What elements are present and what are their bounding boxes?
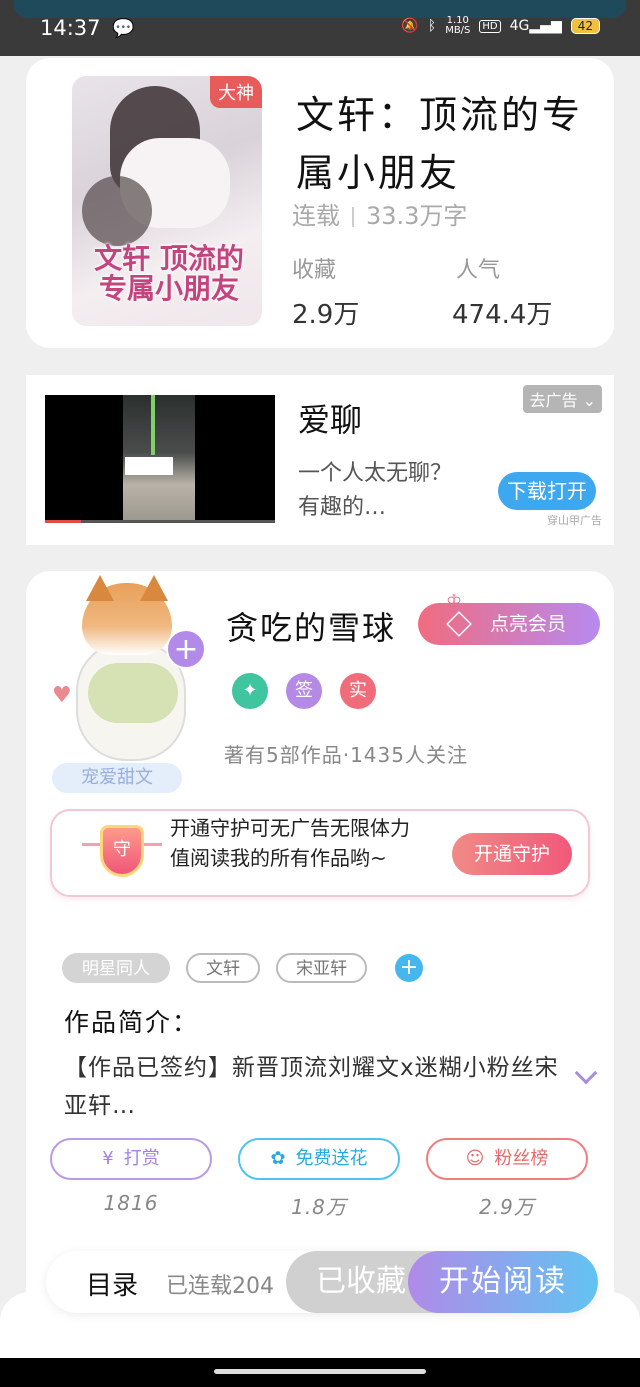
ad-title: 爱聊 xyxy=(298,401,363,439)
cover-title-art: 文轩 顶流的专属小朋友 xyxy=(94,242,244,305)
ad-video-frame xyxy=(123,395,195,523)
status-time: 14:37 xyxy=(40,16,101,40)
add-tag-button[interactable]: + xyxy=(395,954,423,982)
popularity-value: 474.4万 xyxy=(452,300,553,330)
popularity-label: 人气 xyxy=(456,258,501,283)
meta-divider xyxy=(352,207,354,227)
verified-badge: 实 xyxy=(340,673,376,709)
tag-list: 明星同人 文轩 宋亚轩 + xyxy=(62,953,423,983)
vip-button[interactable]: ♔ 点亮会员 xyxy=(418,591,600,645)
book-word-count: 33.3万字 xyxy=(366,202,468,230)
signed-badge: 签 xyxy=(286,673,322,709)
tip-count: 1816 xyxy=(103,1191,159,1215)
status-icons: 🔕 ᛒ 1.10 MB/S HD 4G▂▄▆ 42 xyxy=(401,16,600,36)
ad-video-pole xyxy=(151,395,155,455)
status-bar: 14:37 💬 🔕 ᛒ 1.10 MB/S HD 4G▂▄▆ 42 xyxy=(0,0,640,56)
remove-ad-button[interactable]: 去广告 ⌄ xyxy=(523,385,602,413)
ad-card[interactable]: 爱聊 一个人太无聊？有趣的… 去广告 ⌄ 下载打开 穿山甲广告 xyxy=(26,375,614,545)
ad-video-progress xyxy=(45,520,275,523)
intro-text[interactable]: 【作品已签约】新晋顶流刘耀文x迷糊小粉丝宋亚轩… xyxy=(64,1049,564,1125)
fan-count: 2.9万 xyxy=(479,1195,535,1219)
home-indicator[interactable] xyxy=(214,1369,426,1374)
hd-icon: HD xyxy=(479,19,501,33)
heart-icon: ♥ xyxy=(52,683,72,708)
book-info-card: 文轩 顶流的专属小朋友 大神 文轩：顶流的专属小朋友 连载 33.3万字 收藏 人… xyxy=(26,58,614,348)
ad-download-button[interactable]: 下载打开 xyxy=(498,472,596,510)
guard-button[interactable]: 开通守护 xyxy=(452,833,572,875)
avatar-dog xyxy=(82,575,172,655)
chevron-down-icon[interactable] xyxy=(574,1061,598,1085)
favorites-label: 收藏 xyxy=(292,258,337,283)
guard-shield-text: 守 xyxy=(100,825,144,877)
ad-source: 穿山甲广告 xyxy=(547,514,602,527)
battery-icon: 42 xyxy=(570,18,600,34)
bottom-action-bar: 目录 已连载204 已收藏 开始阅读 xyxy=(46,1251,598,1313)
handshake-badge-icon: ✦ xyxy=(232,673,268,709)
book-title: 文轩：顶流的专属小朋友 xyxy=(296,93,584,195)
guard-shield-icon: 守 xyxy=(82,821,162,887)
author-card: ♥ 宠爱甜文 + 贪吃的雪球 ♔ 点亮会员 ✦ 签 实 著有5部作品·1435人… xyxy=(26,571,614,1331)
fan-person-icon: ☺ xyxy=(465,1148,485,1169)
guard-promo: 守 开通守护可无广告无限体力值阅读我的所有作品哟~ 开通守护 xyxy=(50,809,590,897)
book-cover[interactable]: 文轩 顶流的专属小朋友 大神 xyxy=(72,76,262,326)
send-flower-button[interactable]: ✿ 免费送花 xyxy=(238,1138,400,1180)
flower-icon: ✿ xyxy=(270,1148,286,1169)
avatar-tag: 宠爱甜文 xyxy=(52,763,182,793)
follow-plus-button[interactable]: + xyxy=(166,629,206,669)
tag-item[interactable]: 文轩 xyxy=(186,953,260,983)
master-badge: 大神 xyxy=(210,76,262,108)
yen-coin-icon: ¥ xyxy=(102,1148,114,1169)
author-stats: 著有5部作品·1435人关注 xyxy=(224,743,468,767)
mute-icon: 🔕 xyxy=(401,18,419,34)
favorites-value: 2.9万 xyxy=(292,300,360,330)
ad-description: 一个人太无聊？有趣的… xyxy=(298,461,453,520)
intro-label: 作品简介： xyxy=(64,1008,200,1037)
tag-item[interactable]: 明星同人 xyxy=(62,953,170,983)
author-name: 贪吃的雪球 xyxy=(226,609,397,647)
flower-count: 1.8万 xyxy=(291,1195,347,1219)
bluetooth-icon: ᛒ xyxy=(427,18,437,34)
guard-text: 开通守护可无广告无限体力值阅读我的所有作品哟~ xyxy=(170,816,410,870)
chevron-down-icon: ⌄ xyxy=(582,391,596,410)
author-avatar[interactable]: ♥ 宠爱甜文 + xyxy=(52,575,206,793)
cover-figure-2 xyxy=(82,176,152,246)
catalog-button[interactable]: 目录 xyxy=(86,1265,138,1302)
wechat-icon: 💬 xyxy=(112,18,135,39)
book-status: 连载 xyxy=(292,202,340,230)
system-nav-bar xyxy=(0,1358,640,1387)
author-badges: ✦ 签 实 xyxy=(232,673,376,709)
fan-rank-button[interactable]: ☺ 粉丝榜 xyxy=(426,1138,588,1180)
signal-icon: 4G▂▄▆ xyxy=(509,18,562,34)
tag-item[interactable]: 宋亚轩 xyxy=(276,953,367,983)
network-speed: 1.10 MB/S xyxy=(445,15,471,36)
ad-video[interactable] xyxy=(45,395,275,523)
serial-status: 已连载204 xyxy=(166,1274,274,1299)
book-meta: 连载 33.3万字 xyxy=(292,196,467,231)
tip-button[interactable]: ¥ 打赏 xyxy=(50,1138,212,1180)
ad-video-overlay xyxy=(125,457,173,475)
start-reading-button[interactable]: 开始阅读 xyxy=(408,1251,598,1313)
